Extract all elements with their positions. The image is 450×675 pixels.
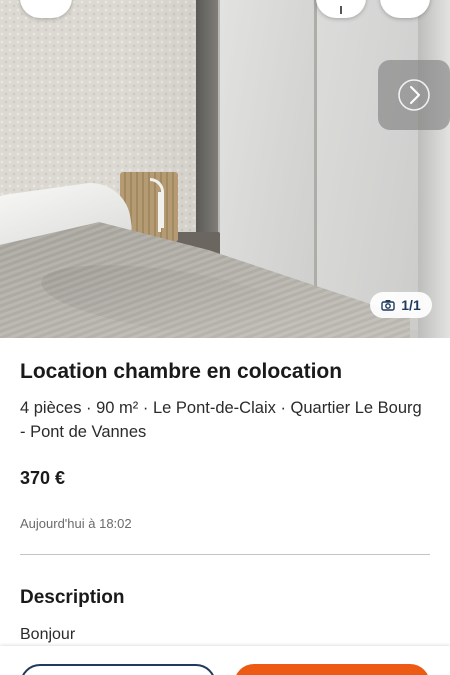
listing-date: Aujourd'hui à 18:02 <box>20 516 132 531</box>
secondary-action-button[interactable] <box>20 664 216 675</box>
listing-title: Location chambre en colocation <box>20 360 343 383</box>
camera-icon <box>381 300 395 311</box>
photo-counter-badge: 1/1 <box>370 292 432 318</box>
listing-photo[interactable]: 1/1 <box>0 0 450 338</box>
listing-price: 370 € <box>20 468 66 488</box>
divider <box>20 554 430 555</box>
share-icon <box>340 6 342 14</box>
description-heading: Description <box>20 587 125 608</box>
bottom-action-bar <box>0 646 450 675</box>
photo-counter-text: 1/1 <box>401 297 421 313</box>
next-photo-button[interactable] <box>378 60 450 130</box>
description-text: Bonjour <box>20 626 76 643</box>
chevron-right-icon <box>398 79 430 111</box>
listing-subtitle: 4 pièces · 90 m² · Le Pont-de-Claix · Qu… <box>20 399 422 441</box>
primary-action-button[interactable] <box>234 664 430 675</box>
